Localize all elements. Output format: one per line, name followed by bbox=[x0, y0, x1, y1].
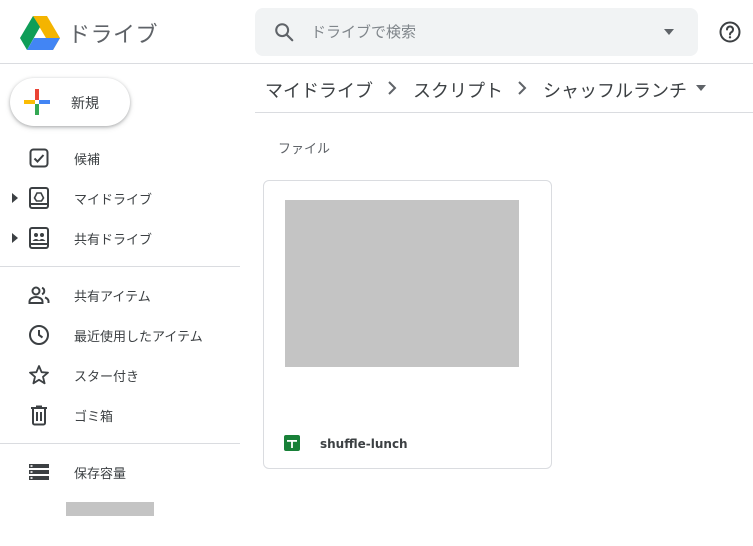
files-section-title: ファイル bbox=[278, 142, 331, 157]
help-icon[interactable] bbox=[718, 20, 742, 44]
sidebar-item-label: 候補 bbox=[74, 153, 101, 168]
top-bar: ドライブ bbox=[0, 0, 753, 64]
storage-icon bbox=[29, 464, 49, 480]
sidebar-item-shared-with-me[interactable]: 共有アイテム bbox=[0, 277, 240, 313]
breadcrumb-item-current-folder[interactable]: シャッフルランチ bbox=[543, 77, 687, 103]
clock-icon bbox=[29, 325, 49, 345]
breadcrumb-item-scripts[interactable]: スクリプト bbox=[413, 77, 503, 103]
shared-drive-icon bbox=[29, 227, 49, 249]
sidebar-item-label: スター付き bbox=[74, 370, 140, 385]
people-icon bbox=[28, 286, 50, 304]
trash-icon bbox=[31, 405, 47, 426]
new-button[interactable]: 新規 bbox=[10, 78, 130, 126]
sidebar-item-label: マイドライブ bbox=[74, 193, 153, 208]
sidebar-item-trash[interactable]: ゴミ箱 bbox=[0, 397, 240, 433]
sidebar-item-storage[interactable]: 保存容量 bbox=[0, 454, 240, 490]
star-icon bbox=[29, 365, 49, 385]
file-card[interactable]: shuffle-lunch bbox=[263, 180, 552, 469]
sidebar-item-label: 共有アイテム bbox=[74, 290, 151, 305]
sidebar: 新規 候補 マイドライブ 共有ドライブ 共有アイテム 最近使用したアイテム スタ… bbox=[0, 64, 240, 546]
expand-caret-icon[interactable] bbox=[10, 232, 20, 244]
google-drive-logo-icon[interactable] bbox=[20, 14, 60, 50]
new-button-label: 新規 bbox=[71, 96, 99, 112]
check-box-icon bbox=[29, 148, 49, 168]
my-drive-icon bbox=[29, 187, 49, 209]
sidebar-item-label: 共有ドライブ bbox=[74, 233, 153, 248]
chevron-right-icon bbox=[388, 81, 397, 95]
sidebar-item-label: 最近使用したアイテム bbox=[74, 330, 203, 345]
plus-icon bbox=[24, 89, 50, 115]
folder-menu-caret-icon[interactable] bbox=[695, 84, 707, 92]
sidebar-divider bbox=[0, 266, 240, 267]
sidebar-item-label: ゴミ箱 bbox=[74, 410, 114, 425]
sidebar-item-shared-drives[interactable]: 共有ドライブ bbox=[0, 220, 240, 256]
search-bar[interactable] bbox=[255, 8, 698, 56]
storage-usage-bar bbox=[66, 502, 154, 516]
sidebar-item-label: 保存容量 bbox=[74, 467, 127, 482]
file-name: shuffle-lunch bbox=[320, 437, 408, 451]
app-name: ドライブ bbox=[68, 23, 159, 48]
expand-caret-icon[interactable] bbox=[10, 192, 20, 204]
search-options-caret-icon[interactable] bbox=[659, 24, 679, 40]
chevron-right-icon bbox=[518, 81, 527, 95]
sidebar-item-starred[interactable]: スター付き bbox=[0, 357, 240, 393]
sidebar-item-recent[interactable]: 最近使用したアイテム bbox=[0, 317, 240, 353]
file-thumbnail bbox=[285, 200, 519, 367]
breadcrumb: マイドライブ スクリプト シャッフルランチ bbox=[255, 64, 753, 113]
sidebar-divider bbox=[0, 443, 240, 444]
sidebar-item-my-drive[interactable]: マイドライブ bbox=[0, 180, 240, 216]
search-input[interactable] bbox=[311, 20, 641, 44]
sidebar-item-priority[interactable]: 候補 bbox=[0, 140, 240, 176]
search-icon[interactable] bbox=[273, 21, 295, 43]
google-sheets-icon bbox=[284, 435, 300, 451]
breadcrumb-item-my-drive[interactable]: マイドライブ bbox=[265, 77, 373, 103]
